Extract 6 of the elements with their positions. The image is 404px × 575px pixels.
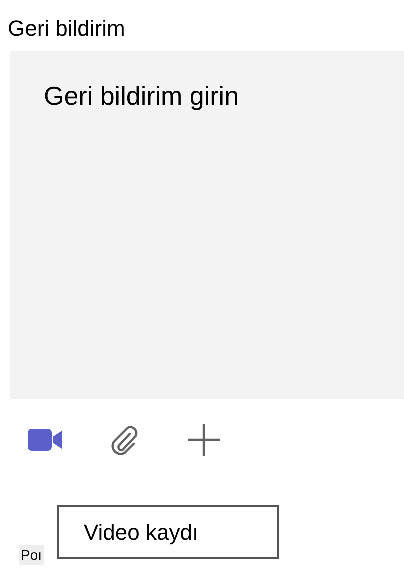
label-text: Poı — [19, 545, 44, 565]
plus-icon[interactable] — [187, 423, 221, 457]
video-camera-icon[interactable] — [27, 428, 63, 452]
feedback-field[interactable]: Geri bildirim girin — [10, 51, 404, 399]
tooltip: Video kaydı — [57, 505, 279, 559]
section-title: Geri bildirim — [7, 15, 126, 42]
